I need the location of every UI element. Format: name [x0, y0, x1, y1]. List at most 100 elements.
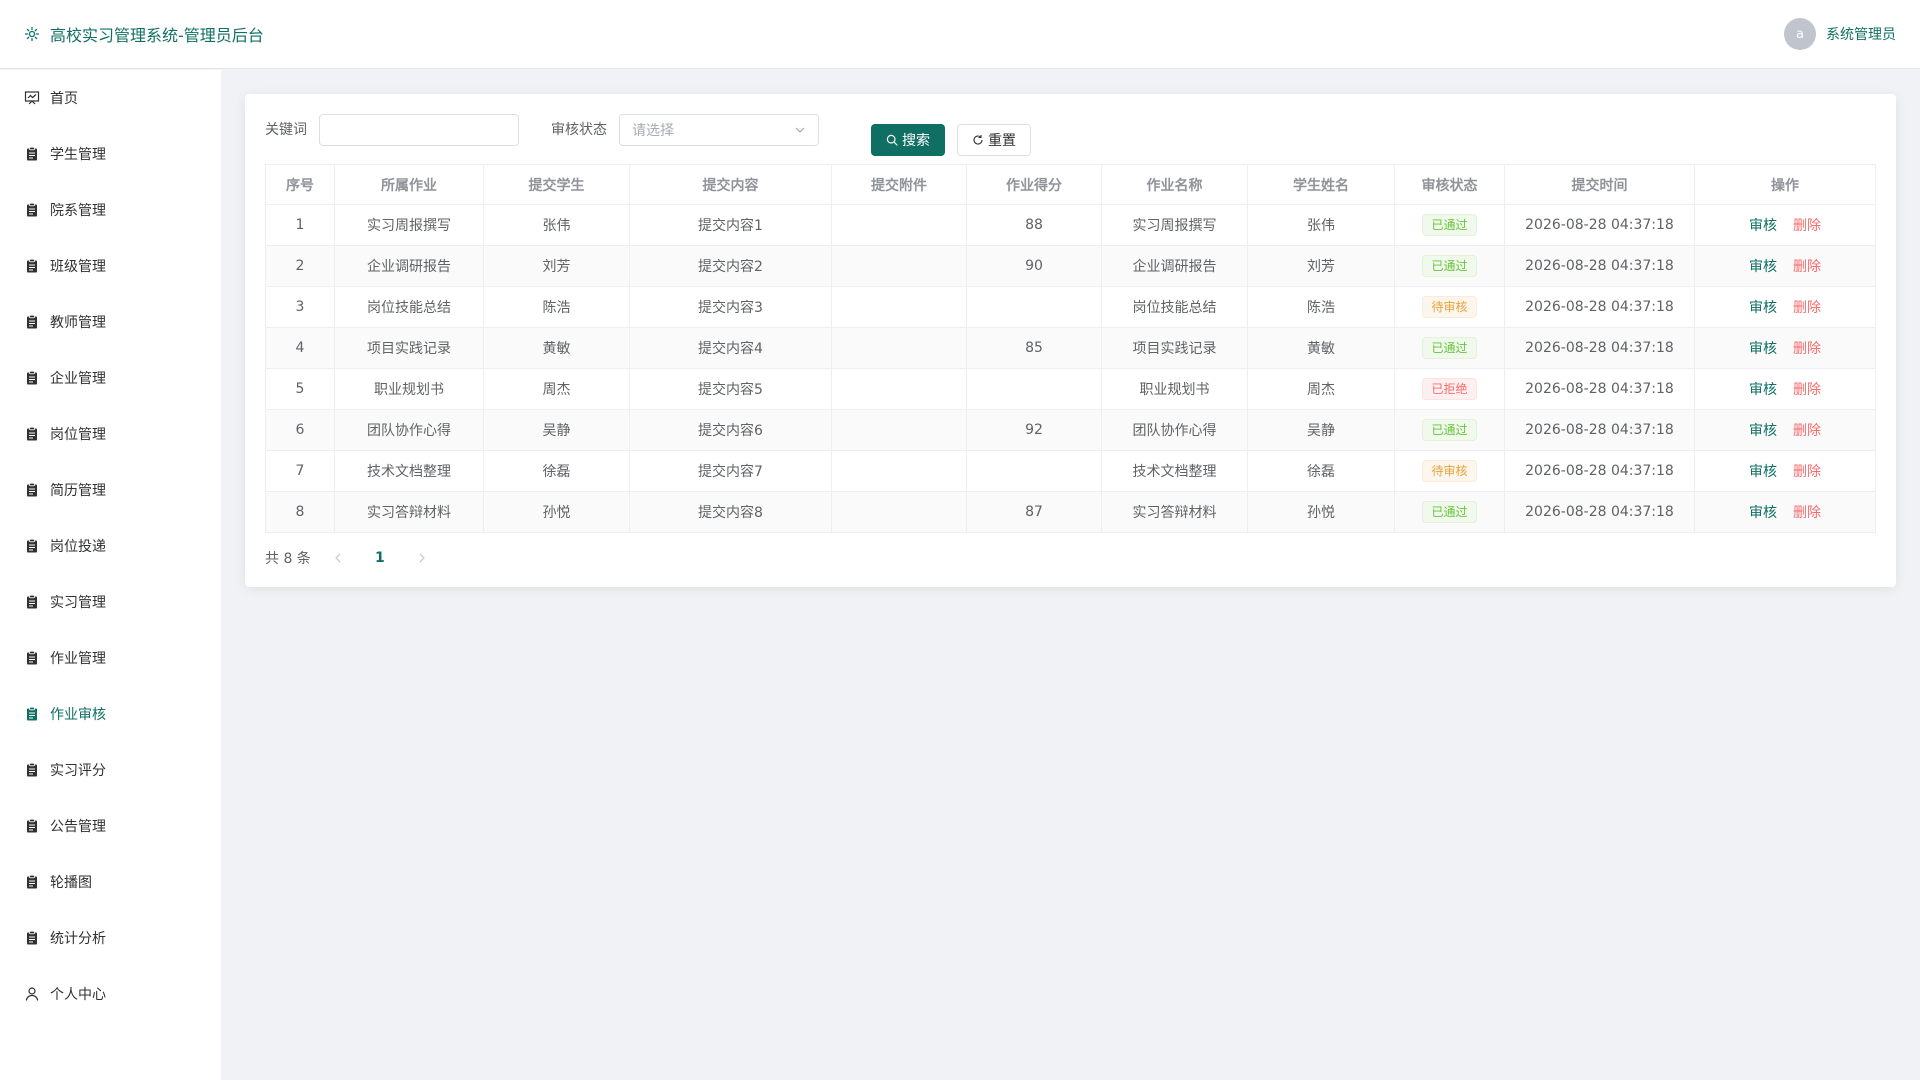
pagination-total: 共 8 条	[265, 551, 311, 567]
cell-student: 黄敏	[483, 327, 630, 369]
clipboard-icon	[24, 762, 40, 778]
cell-status: 已通过	[1394, 409, 1505, 451]
cell-content: 提交内容3	[629, 286, 832, 328]
status-select[interactable]: 请选择	[619, 114, 819, 146]
sidebar-item[interactable]: 院系管理	[0, 182, 221, 238]
app-title: 高校实习管理系统-管理员后台	[50, 26, 264, 45]
sidebar-item[interactable]: 班级管理	[0, 238, 221, 294]
cell-no: 8	[265, 491, 335, 533]
table-header: 序号 所属作业 提交学生 提交内容 提交附件 作业得分 作业名称 学生姓名 审核状态 提交时间 操作	[265, 164, 1876, 205]
delete-link[interactable]: 删除	[1793, 297, 1821, 317]
sidebar-item[interactable]: 个人中心	[0, 966, 221, 1022]
sidebar-item[interactable]: 公告管理	[0, 798, 221, 854]
column-header: 提交内容	[629, 164, 832, 205]
cell-student_name: 孙悦	[1247, 491, 1395, 533]
cell-student_name: 张伟	[1247, 204, 1395, 246]
keyword-input[interactable]	[319, 114, 519, 146]
cell-student: 孙悦	[483, 491, 630, 533]
cell-actions: 审核 删除	[1694, 368, 1876, 410]
delete-link[interactable]: 删除	[1793, 461, 1821, 481]
cell-attachment	[831, 286, 967, 328]
cell-content: 提交内容5	[629, 368, 832, 410]
cell-name: 项目实践记录	[1101, 327, 1248, 369]
review-link[interactable]: 审核	[1749, 502, 1777, 522]
cell-status: 已通过	[1394, 491, 1505, 533]
review-link[interactable]: 审核	[1749, 256, 1777, 276]
sidebar-item[interactable]: 学生管理	[0, 126, 221, 182]
user-name[interactable]: 系统管理员	[1826, 24, 1896, 44]
review-link[interactable]: 审核	[1749, 461, 1777, 481]
status-badge: 已通过	[1422, 255, 1477, 277]
delete-link[interactable]: 删除	[1793, 420, 1821, 440]
sidebar-item[interactable]: 企业管理	[0, 350, 221, 406]
delete-link[interactable]: 删除	[1793, 379, 1821, 399]
sidebar-item[interactable]: 统计分析	[0, 910, 221, 966]
delete-link[interactable]: 删除	[1793, 215, 1821, 235]
delete-link[interactable]: 删除	[1793, 338, 1821, 358]
sidebar-item[interactable]: 简历管理	[0, 462, 221, 518]
cell-assignment: 岗位技能总结	[334, 286, 484, 328]
cell-student: 刘芳	[483, 245, 630, 287]
column-header: 提交学生	[483, 164, 630, 205]
sidebar-item-label: 作业审核	[50, 707, 106, 723]
avatar[interactable]: a	[1784, 18, 1816, 50]
clipboard-icon	[24, 482, 40, 498]
sidebar-item[interactable]: 实习管理	[0, 574, 221, 630]
sidebar-item[interactable]: 作业审核	[0, 686, 221, 742]
sidebar-item[interactable]: 轮播图	[0, 854, 221, 910]
reset-button-label: 重置	[988, 133, 1016, 149]
cell-status: 已通过	[1394, 327, 1505, 369]
cell-student: 张伟	[483, 204, 630, 246]
review-link[interactable]: 审核	[1749, 338, 1777, 358]
clipboard-icon	[24, 370, 40, 386]
sidebar-menu: 首页 学生管理 院系管理 班级管理 教师管理 企业管理 岗位管理 简历管理 岗位投递 实习管理 作业…	[0, 70, 221, 1080]
prev-page-icon[interactable]	[323, 552, 353, 564]
clipboard-icon	[24, 146, 40, 162]
clipboard-icon	[24, 258, 40, 274]
column-header: 提交时间	[1504, 164, 1695, 205]
review-link[interactable]: 审核	[1749, 420, 1777, 440]
sidebar-item[interactable]: 岗位管理	[0, 406, 221, 462]
reset-button[interactable]: 重置	[957, 124, 1031, 156]
user-menu[interactable]: a 系统管理员	[1784, 18, 1896, 50]
page-number[interactable]: 1	[365, 550, 395, 566]
brand[interactable]: 高校实习管理系统-管理员后台	[24, 22, 264, 46]
delete-link[interactable]: 删除	[1793, 502, 1821, 522]
next-page-icon[interactable]	[407, 552, 437, 564]
cell-student_name: 徐磊	[1247, 450, 1395, 492]
delete-link[interactable]: 删除	[1793, 256, 1821, 276]
cell-actions: 审核 删除	[1694, 245, 1876, 287]
column-header: 提交附件	[831, 164, 967, 205]
cell-assignment: 实习答辩材料	[334, 491, 484, 533]
status-badge: 待审核	[1422, 296, 1477, 318]
column-header: 作业名称	[1101, 164, 1248, 205]
cell-no: 7	[265, 450, 335, 492]
search-button[interactable]: 搜索	[871, 124, 945, 156]
cell-content: 提交内容6	[629, 409, 832, 451]
cell-name: 团队协作心得	[1101, 409, 1248, 451]
sidebar-item-label: 班级管理	[50, 259, 106, 275]
sidebar-item-label: 简历管理	[50, 483, 106, 499]
user-icon	[24, 986, 40, 1002]
status-badge: 已通过	[1422, 214, 1477, 236]
sidebar-item[interactable]: 首页	[0, 70, 221, 126]
review-link[interactable]: 审核	[1749, 297, 1777, 317]
cell-time: 2026-08-28 04:37:18	[1504, 286, 1695, 328]
status-select-placeholder: 请选择	[632, 123, 674, 139]
sidebar-item[interactable]: 岗位投递	[0, 518, 221, 574]
cell-attachment	[831, 450, 967, 492]
clipboard-icon	[24, 426, 40, 442]
submissions-table: 序号 所属作业 提交学生 提交内容 提交附件 作业得分 作业名称 学生姓名 审核状态 提交时间 操作…	[265, 164, 1876, 533]
cell-assignment: 职业规划书	[334, 368, 484, 410]
table-row: 5 职业规划书 周杰 提交内容5 职业规划书 周杰 已拒绝 2026-08-28 04:37:…	[265, 368, 1876, 410]
table-row: 2 企业调研报告 刘芳 提交内容2 90 企业调研报告 刘芳 已通过 2026-08-28 04…	[265, 245, 1876, 287]
cell-attachment	[831, 409, 967, 451]
cell-no: 5	[265, 368, 335, 410]
sidebar-item[interactable]: 实习评分	[0, 742, 221, 798]
search-bar: 关键词 审核状态 请选择 搜索 重置	[265, 114, 1875, 156]
sidebar-item[interactable]: 作业管理	[0, 630, 221, 686]
table-row: 3 岗位技能总结 陈浩 提交内容3 岗位技能总结 陈浩 待审核 2026-08-28 04:3…	[265, 286, 1876, 328]
sidebar-item[interactable]: 教师管理	[0, 294, 221, 350]
review-link[interactable]: 审核	[1749, 379, 1777, 399]
review-link[interactable]: 审核	[1749, 215, 1777, 235]
